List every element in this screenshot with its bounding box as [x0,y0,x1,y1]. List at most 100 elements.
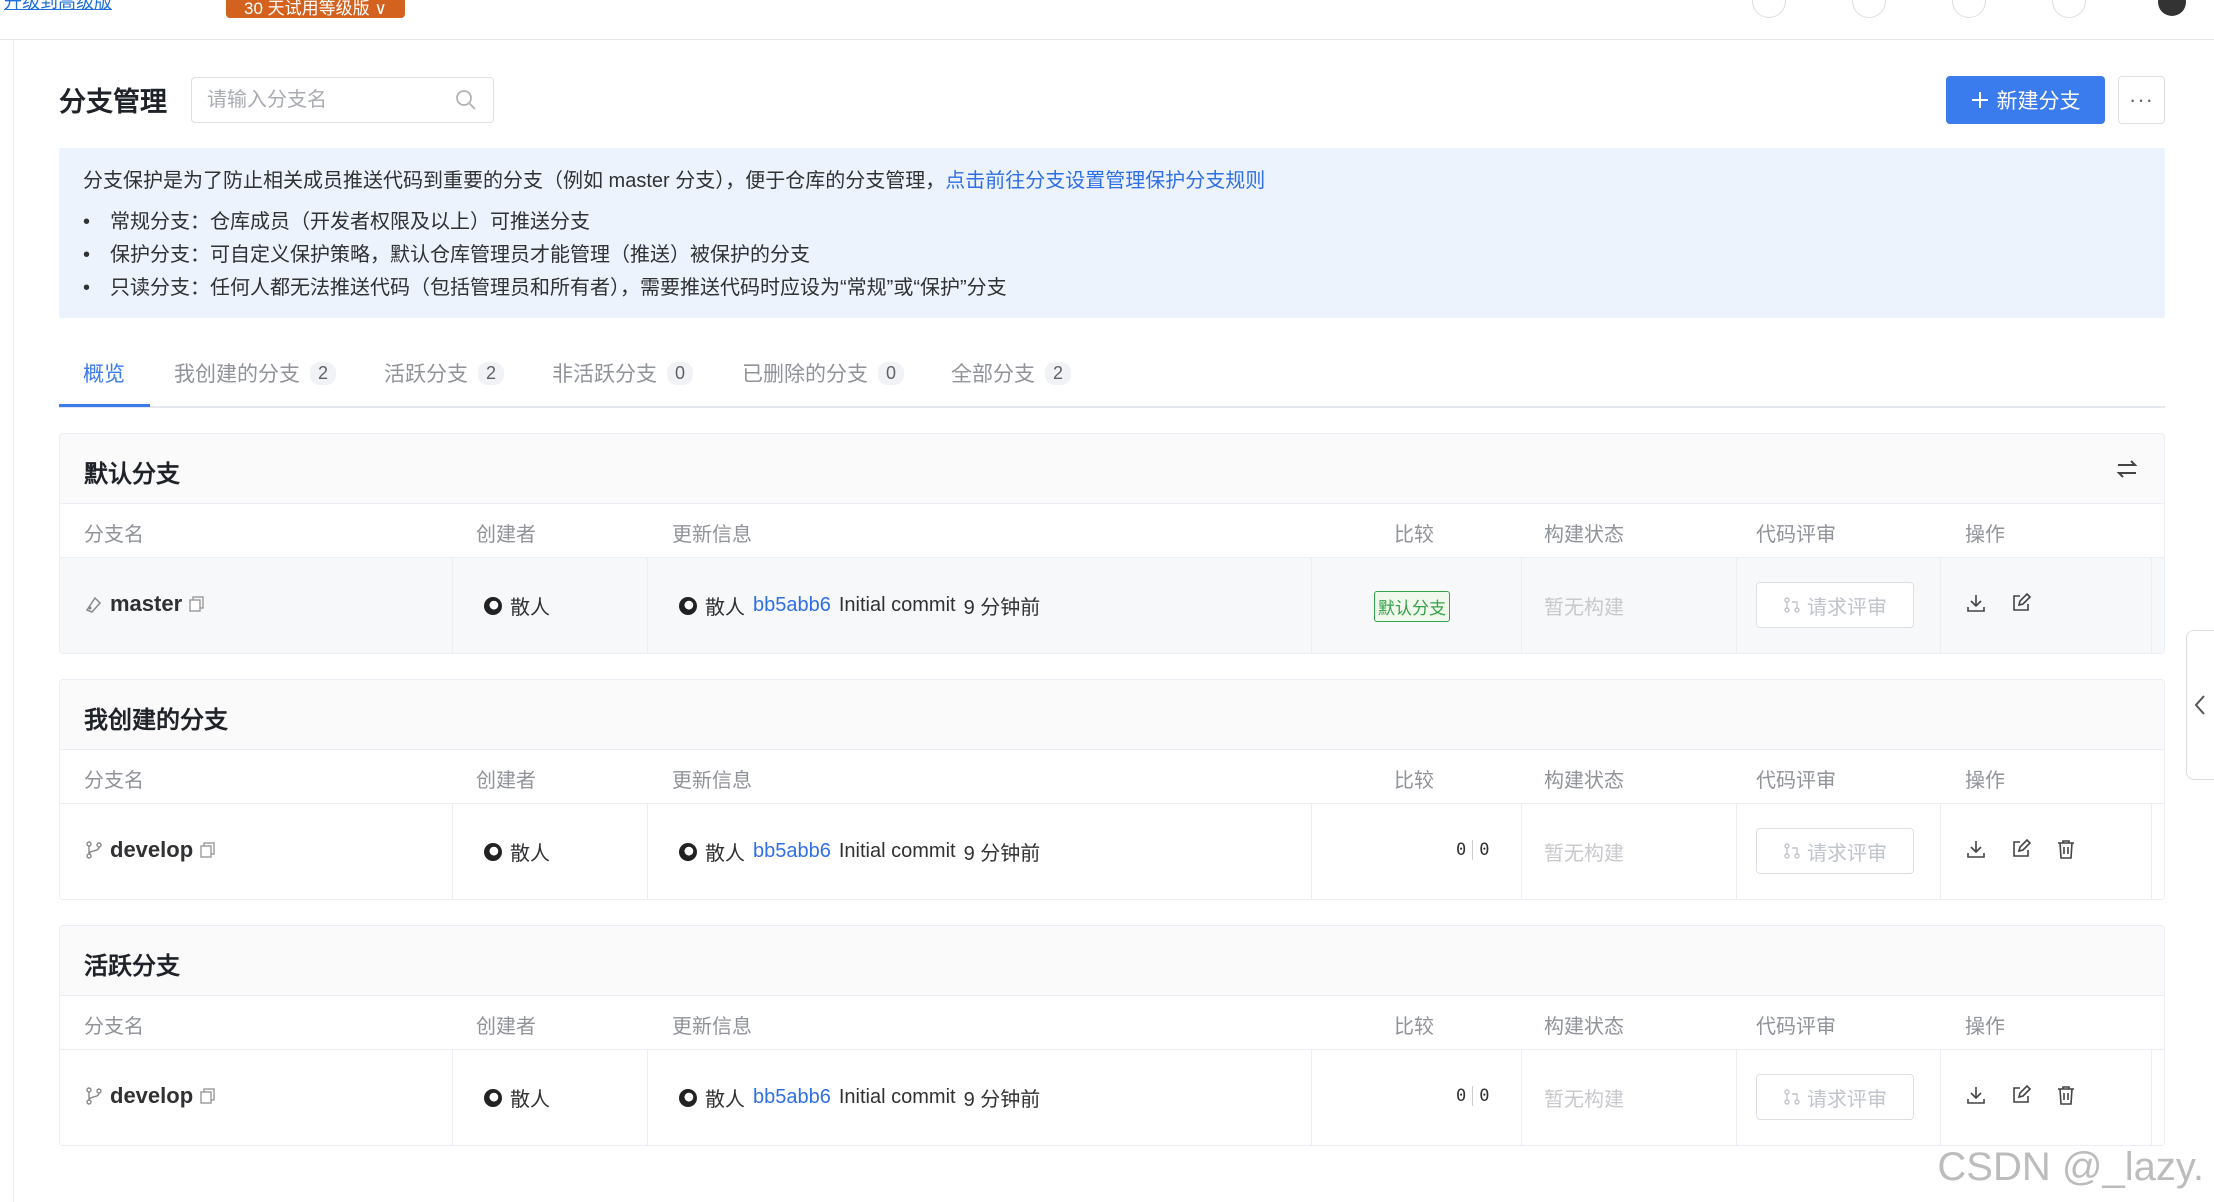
notice-list: 常规分支：仓库成员（开发者权限及以上）可推送分支 保护分支：可自定义保护策略，默… [83,206,1007,305]
commit-sha-link[interactable]: bb5abb6 [753,594,831,617]
col-update-info: 更新信息 [672,1016,752,1038]
commit-time: 9 分钟前 [963,843,1041,865]
avatar [484,596,502,615]
download-icon[interactable] [1965,838,1987,860]
panel-title: 默认分支 [84,461,180,488]
branch-protection-notice: 分支保护是为了防止相关成员推送代码到重要的分支（例如 master 分支），便于… [59,148,2165,318]
commit-time: 9 分钟前 [963,597,1041,619]
col-build-status: 构建状态 [1544,1016,1624,1038]
commit-message: Initial commit [838,1086,956,1108]
ahead-count: 0 [1479,840,1490,860]
branch-icon [86,1087,102,1105]
request-review-button[interactable]: 请求评审 [1756,828,1914,874]
tab-label: 已删除的分支 [742,363,868,386]
creator-name: 散人 [510,1089,550,1111]
updater-name: 散人 [705,1089,745,1111]
compare-cell[interactable]: 00 [1456,1086,1490,1106]
branch-name-link[interactable]: develop [110,837,193,863]
switch-branch-icon[interactable] [2114,456,2140,482]
user-avatar[interactable] [2158,0,2186,16]
tab-inactive[interactable]: 非活跃分支 0 [552,358,694,388]
tab-overview[interactable]: 概览 [83,358,125,388]
table-header: 分支名 创建者 更新信息 比较 构建状态 代码评审 操作 [60,996,2164,1050]
request-review-button[interactable]: 请求评审 [1756,582,1914,628]
copy-icon[interactable] [188,595,206,613]
col-compare: 比较 [1394,524,1434,546]
request-review-label: 请求评审 [1807,1088,1887,1111]
merge-request-icon [1784,1089,1800,1105]
merge-request-icon [1784,843,1800,859]
search-icon[interactable] [454,88,478,112]
updater-name: 散人 [705,597,745,619]
tab-count-badge: 2 [478,361,505,385]
add-icon[interactable] [2052,0,2086,18]
delete-icon[interactable] [2055,1084,2077,1106]
col-actions: 操作 [1965,1016,2005,1038]
branch-cell: develop [84,837,217,863]
tab-count-badge: 2 [1045,361,1072,385]
tab-active[interactable]: 活跃分支 2 [384,358,505,388]
edit-icon[interactable] [2010,1084,2032,1106]
tab-deleted[interactable]: 已删除的分支 0 [742,358,905,388]
trial-button[interactable]: 30 天试用等级版 ∨ [226,0,405,18]
notice-text: 分支保护是为了防止相关成员推送代码到重要的分支（例如 master 分支），便于… [83,164,1265,193]
updater-name: 散人 [705,843,745,865]
creator-cell: 散人 [484,1083,550,1112]
new-branch-button[interactable]: 新建分支 [1946,76,2105,124]
delete-icon[interactable] [2055,838,2077,860]
plus-icon [1971,92,1988,108]
tab-label: 非活跃分支 [552,363,657,386]
search-box[interactable] [191,77,494,123]
left-divider [13,40,14,1202]
active-branches-panel: 活跃分支 分支名 创建者 更新信息 比较 构建状态 代码评审 操作 develo… [59,925,2165,1146]
search-input[interactable] [207,78,447,122]
commit-sha-link[interactable]: bb5abb6 [753,1086,831,1109]
edit-icon[interactable] [2010,592,2032,614]
tab-mine[interactable]: 我创建的分支 2 [174,358,337,388]
panel-header: 默认分支 [60,434,2164,504]
panel-header: 我创建的分支 [60,680,2164,750]
copy-icon[interactable] [199,841,217,859]
download-icon[interactable] [1965,1084,1987,1106]
col-build-status: 构建状态 [1544,524,1624,546]
panel-title: 我创建的分支 [84,707,228,734]
edit-icon[interactable] [2010,838,2032,860]
creator-cell: 散人 [484,591,550,620]
compare-cell[interactable]: 00 [1456,840,1490,860]
chevron-left-icon [2194,695,2205,715]
request-review-button[interactable]: 请求评审 [1756,1074,1914,1120]
default-branch-tag: 默认分支 [1374,591,1450,622]
notification-icon[interactable] [1852,0,1886,18]
tab-active-indicator [59,404,150,407]
update-info-cell: 散人 bb5abb6 Initial commit 9 分钟前 [679,591,1040,620]
table-row: develop 散人 散人 bb5abb6 Initial commit 9 分钟前 … [60,804,2164,899]
ahead-count: 0 [1479,1086,1490,1106]
branch-name-link[interactable]: develop [110,1083,193,1109]
commit-sha-link[interactable]: bb5abb6 [753,840,831,863]
notice-item: 常规分支：仓库成员（开发者权限及以上）可推送分支 [83,206,1007,239]
collapse-panel-tab[interactable] [2186,630,2214,780]
upgrade-link[interactable]: 升级到高级版 [4,0,112,14]
col-update-info: 更新信息 [672,770,752,792]
assistant-icon[interactable] [1752,0,1786,18]
csdn-watermark: CSDN @_lazy. [1937,1145,2204,1189]
table-header: 分支名 创建者 更新信息 比较 构建状态 代码评审 操作 [60,750,2164,804]
tab-count-badge: 0 [667,361,694,385]
notice-item: 只读分支：任何人都无法推送代码（包括管理员和所有者），需要推送代码时应设为“常规… [83,272,1007,305]
avatar [484,842,502,861]
help-icon[interactable] [1952,0,1986,18]
more-button[interactable]: ··· [2118,76,2165,124]
protected-branch-icon [85,596,102,613]
branch-name-link[interactable]: master [110,591,182,617]
col-branch-name: 分支名 [84,770,144,792]
tab-label: 我创建的分支 [174,363,300,386]
creator-name: 散人 [510,597,550,619]
tab-all[interactable]: 全部分支 2 [951,358,1072,388]
build-status: 暂无构建 [1544,843,1624,865]
protection-rules-link[interactable]: 点击前往分支设置管理保护分支规则 [945,170,1265,192]
avatar [679,596,697,615]
copy-icon[interactable] [199,1087,217,1105]
col-actions: 操作 [1965,524,2005,546]
branch-cell: master [84,591,206,617]
download-icon[interactable] [1965,592,1987,614]
